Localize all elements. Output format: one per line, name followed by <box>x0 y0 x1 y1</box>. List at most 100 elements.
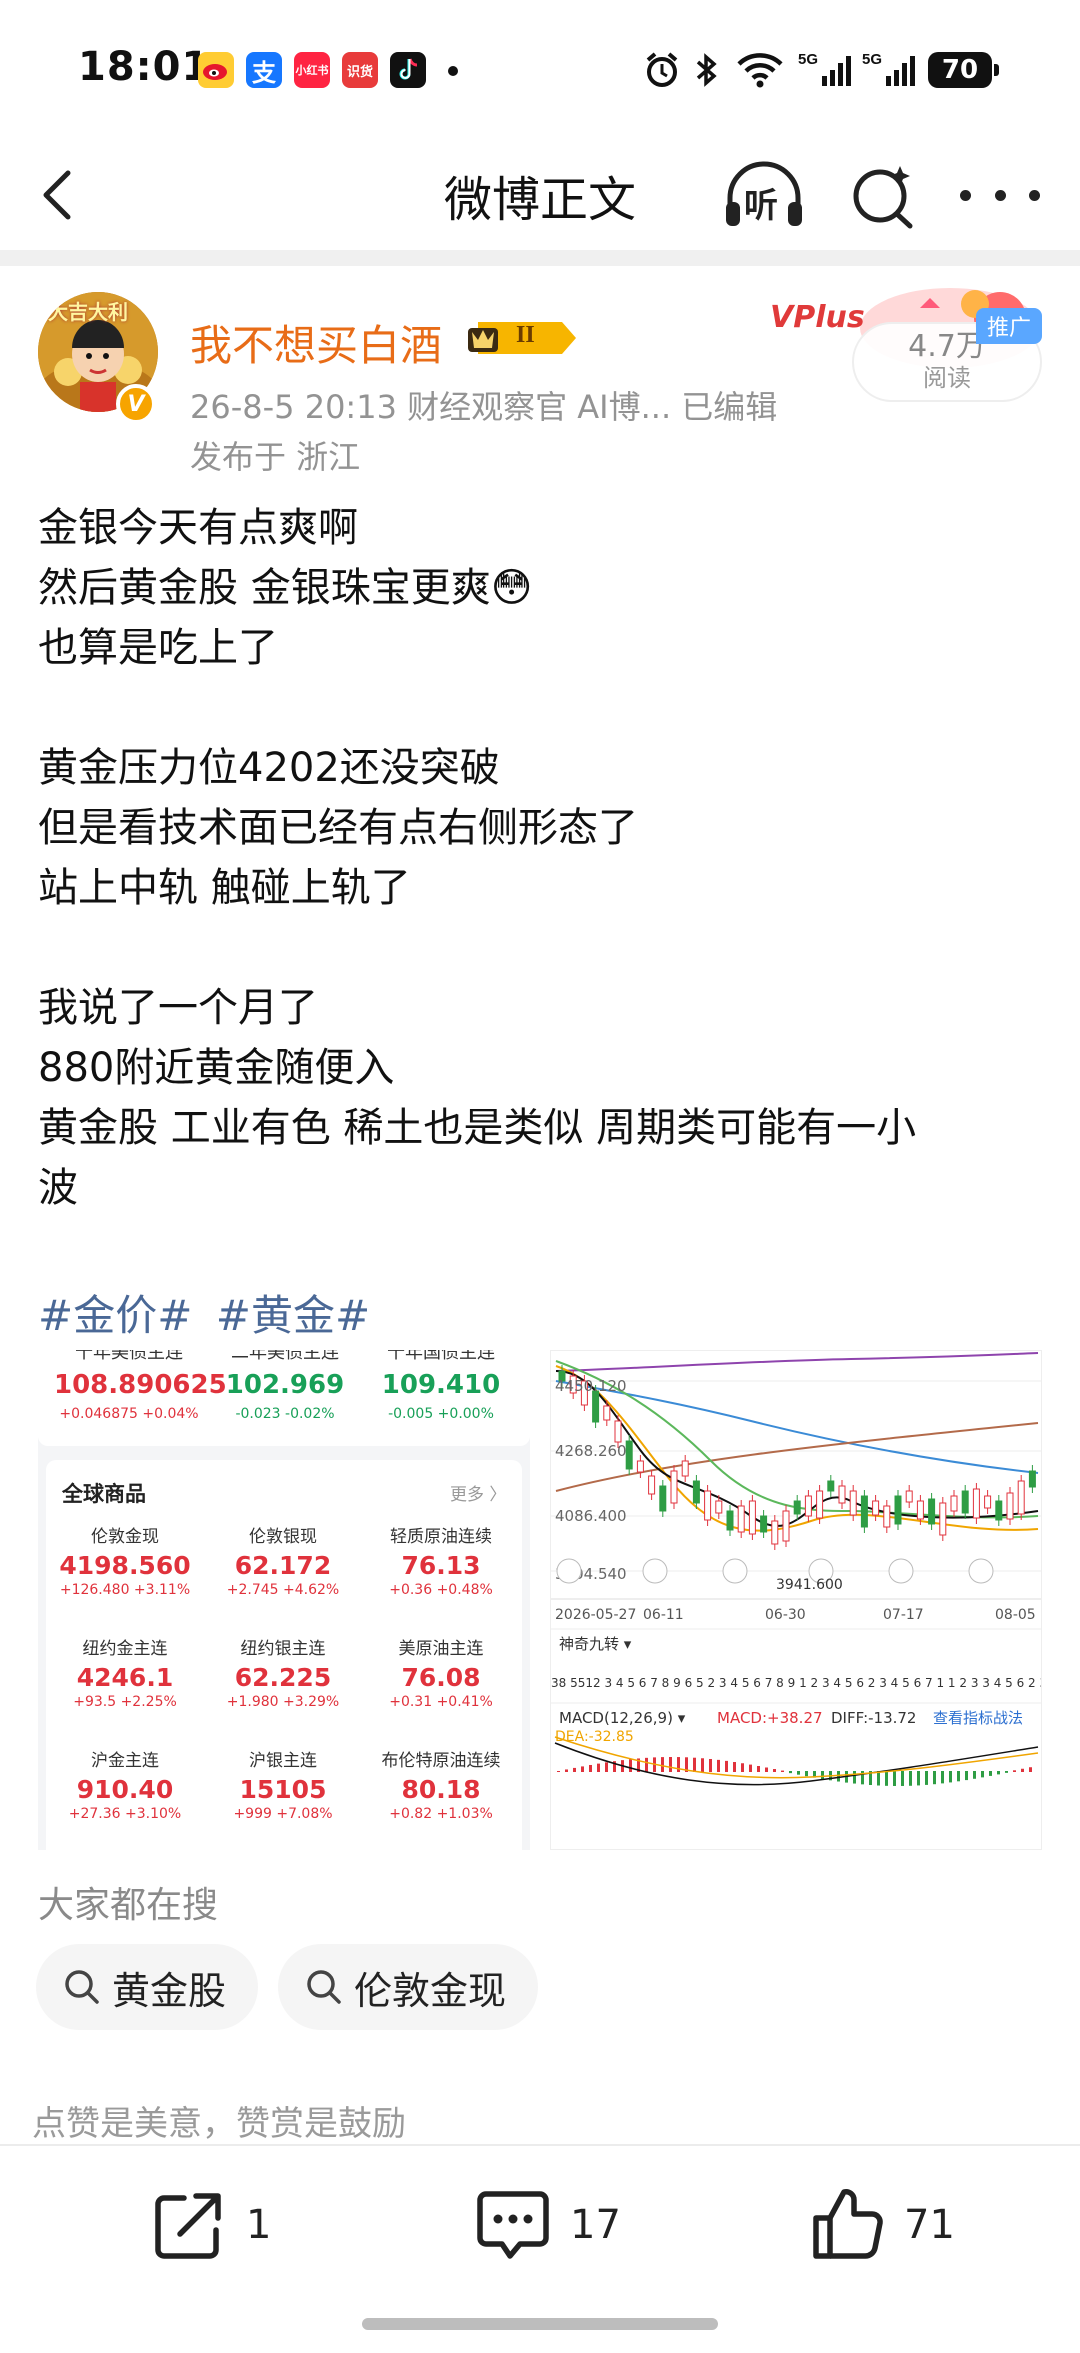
macd-bar <box>757 1766 760 1772</box>
candle-body <box>771 1520 779 1545</box>
candle-body <box>972 1488 980 1519</box>
like-button[interactable]: 71 <box>808 2180 955 2270</box>
tiktok-app-icon <box>390 52 426 88</box>
search-chip-gold-stocks[interactable]: 黄金股 <box>36 1944 259 2030</box>
x-tick: 06-30 <box>765 1607 806 1623</box>
macd-bar <box>981 1771 984 1778</box>
candle-body <box>636 1460 644 1473</box>
more-notifications-dot <box>448 66 458 76</box>
content-line: 黄金股 工业有色 稀土也是类似 周期类可能有一小 <box>38 1105 917 1151</box>
candle-body <box>1028 1470 1036 1488</box>
bond-price: 108.890625 <box>54 1370 227 1400</box>
macd-bar <box>933 1771 936 1785</box>
commodity-name: 沪金主连 <box>91 1751 159 1771</box>
macd-bar <box>741 1763 744 1772</box>
macd-bar <box>973 1771 976 1779</box>
macd-bar <box>661 1757 664 1772</box>
post-location: 发布于 浙江 <box>190 438 361 476</box>
x-tick: 2026-05-27 <box>555 1607 636 1623</box>
macd-bar <box>965 1771 968 1781</box>
search-icon <box>65 1970 99 2004</box>
topic-tag-gold[interactable]: #黄金# <box>216 1291 370 1340</box>
commodity-price: 76.13 <box>401 1551 481 1580</box>
candle-body <box>849 1490 857 1516</box>
candle-body <box>984 1495 992 1509</box>
candle-body <box>950 1495 958 1512</box>
bond-price: 109.410 <box>381 1370 501 1400</box>
macd-bar <box>1005 1771 1008 1773</box>
search-button[interactable] <box>848 158 918 234</box>
zoom-out-icon <box>722 1558 748 1584</box>
status-bar: 18:01 支 小红书 识货 5G 5G 70 <box>0 0 1080 140</box>
macd-bar <box>917 1771 920 1786</box>
macd-bar <box>1013 1770 1016 1772</box>
commodity-card: 全球商品 更多 〉 伦敦金现 4198.560 +126.480 +3.11% 伦敦银… <box>46 1460 522 1850</box>
comment-icon <box>477 2191 549 2259</box>
commodity-cell: 纽约银主连 62.225 +1.980 +3.29% <box>204 1632 362 1744</box>
macd-bar <box>949 1771 952 1783</box>
commodity-price: 62.225 <box>234 1663 332 1692</box>
candle-body <box>961 1490 969 1514</box>
topic-tag-gold-price[interactable]: #金价# <box>38 1291 192 1340</box>
vip-level-badge[interactable]: II <box>466 318 578 358</box>
commodity-name: 布伦特原油连续 <box>381 1751 501 1771</box>
author-name[interactable]: 我不想买白酒 <box>190 312 442 373</box>
kline-chart-image[interactable]: 4450.120 4268.260 4086.400 3904.540 3941… <box>550 1350 1042 1850</box>
macd-bar <box>909 1771 912 1786</box>
scroll-right-icon <box>888 1558 914 1584</box>
bond-name: 二年美债主连 <box>231 1350 339 1363</box>
comment-button[interactable]: 17 <box>474 2180 621 2270</box>
commodity-change: +0.82 +1.03% <box>389 1806 493 1822</box>
indicator-strategy-link: 查看指标战法 <box>933 1709 1023 1727</box>
more-options-icon[interactable] <box>960 170 1040 220</box>
bond-price: 102.969 <box>225 1370 345 1400</box>
thumbs-up-icon <box>813 2189 883 2259</box>
bond-name: 十年美债主连 <box>75 1350 183 1363</box>
candle-body <box>748 1500 756 1535</box>
top-nav-bar: 微博正文 听 <box>0 140 1080 250</box>
macd-bar <box>717 1759 720 1772</box>
commodity-change: +999 +7.08% <box>233 1806 333 1822</box>
commodity-price: 4198.560 <box>59 1551 191 1580</box>
candle-body <box>928 1498 936 1525</box>
share-button[interactable]: 1 <box>150 2180 271 2270</box>
macd-bar <box>605 1762 608 1772</box>
macd-selector: MACD(12,26,9) ▾ <box>559 1709 686 1727</box>
candle-body <box>905 1490 913 1503</box>
more-link: 更多 〉 <box>450 1485 507 1505</box>
action-bar-divider <box>0 2144 1080 2146</box>
alarm-icon <box>640 48 684 92</box>
listen-button[interactable]: 听 <box>722 158 806 234</box>
candle-body <box>670 1470 678 1504</box>
commodity-change: +93.5 +2.25% <box>73 1694 177 1710</box>
bond-card: 十年美债主连 108.890625 +0.046875 +0.04% 二年美债主… <box>38 1350 530 1446</box>
topic-tags: #金价# #黄金# <box>38 1282 380 1343</box>
candle-body <box>816 1490 824 1519</box>
candle-body <box>1017 1480 1025 1515</box>
content-line: 波 <box>38 1165 78 1211</box>
market-screenshot-image[interactable]: 十年美债主连 108.890625 +0.046875 +0.04% 二年美债主… <box>38 1350 530 1850</box>
search-chip-london-gold[interactable]: 伦敦金现 <box>278 1944 539 2030</box>
x-tick: 07-17 <box>883 1607 924 1623</box>
svg-text:5G: 5G <box>798 51 818 68</box>
macd-bar <box>773 1769 776 1772</box>
commodity-price: 80.18 <box>401 1775 481 1804</box>
bond-change: -0.005 +0.00% <box>388 1406 494 1422</box>
candle-body <box>648 1475 656 1495</box>
commodity-change: +126.480 +3.11% <box>59 1582 191 1598</box>
chip-label: 伦敦金现 <box>354 1968 507 2013</box>
macd-bar <box>581 1766 584 1772</box>
candle-body <box>804 1495 812 1517</box>
commodity-name: 伦敦银现 <box>249 1527 317 1547</box>
macd-bar <box>989 1771 992 1776</box>
macd-bar <box>749 1764 752 1772</box>
macd-bar <box>709 1758 712 1772</box>
wifi-icon <box>732 48 788 92</box>
td-sequence: 38 5512 3 4 5 6 7 8 9 6 5 2 3 4 5 6 7 8 … <box>551 1676 1042 1690</box>
content-line: 但是看技术面已经有点右侧形态了 <box>38 805 638 851</box>
bluetooth-icon <box>690 48 722 92</box>
commodity-change: +27.36 +3.10% <box>68 1806 182 1822</box>
home-indicator[interactable] <box>362 2318 718 2330</box>
macd-bar <box>925 1771 928 1785</box>
macd-bar <box>565 1769 568 1772</box>
